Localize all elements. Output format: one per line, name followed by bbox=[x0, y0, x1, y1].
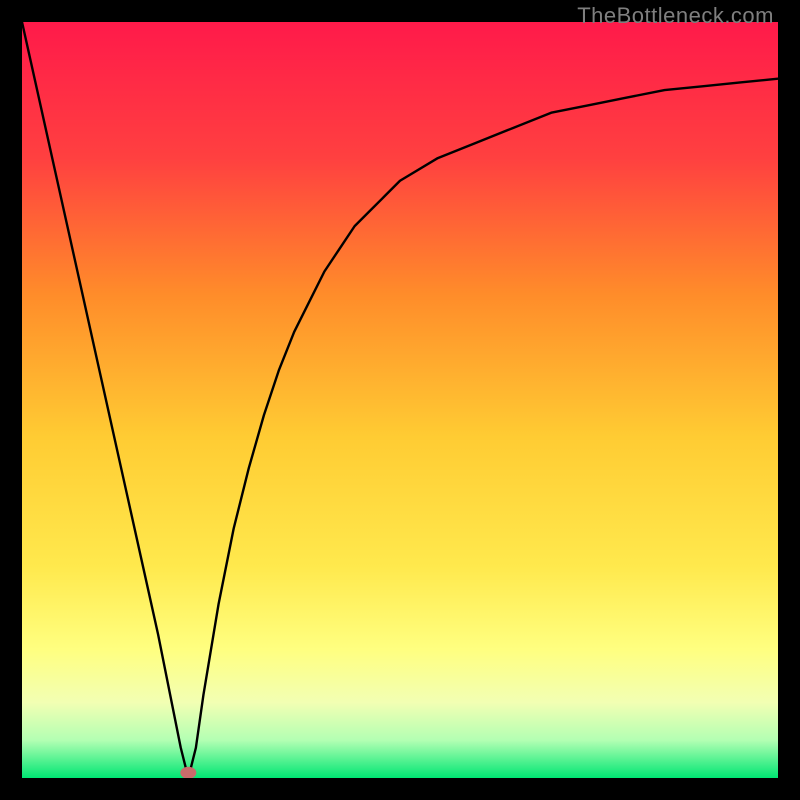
chart-svg bbox=[22, 22, 778, 778]
gradient-background bbox=[22, 22, 778, 778]
chart-frame bbox=[22, 22, 778, 778]
watermark-text: TheBottleneck.com bbox=[577, 3, 774, 29]
